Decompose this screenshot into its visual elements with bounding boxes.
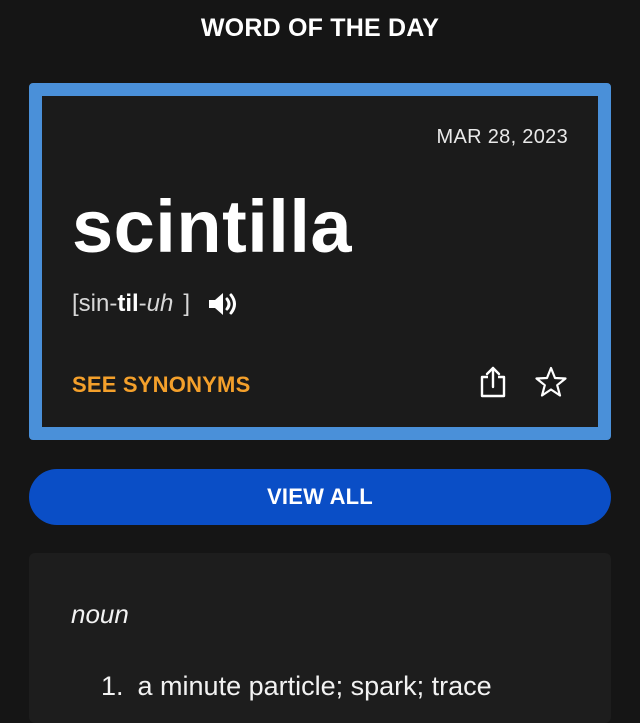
part-of-speech: noun xyxy=(71,599,129,629)
speaker-icon[interactable] xyxy=(204,288,242,320)
definition-item: 1. a minute particle; spark; trace xyxy=(101,671,492,702)
word-of-the-day-card: MAR 28, 2023 scintilla [ sin-til - uh] SEE… xyxy=(29,83,611,440)
definition-panel: noun 1. a minute particle; spark; trace xyxy=(29,553,611,723)
pronunciation-close-bracket: ] xyxy=(183,290,191,317)
see-synonyms-link[interactable]: SEE SYNONYMS xyxy=(72,372,250,398)
pronunciation-syllable-1: sin- xyxy=(78,290,118,317)
date-label: MAR 28, 2023 xyxy=(436,126,568,148)
pronunciation-hyphen: - xyxy=(138,290,147,317)
share-icon[interactable] xyxy=(476,364,510,400)
pronunciation-syllable-3: uh xyxy=(146,290,174,317)
page-title: WORD OF THE DAY xyxy=(200,14,440,42)
card-actions xyxy=(476,364,568,400)
pronunciation-stressed-syllable: til xyxy=(117,290,139,317)
star-icon[interactable] xyxy=(534,364,568,400)
definition-number: 1. xyxy=(101,671,124,701)
view-all-button[interactable]: VIEW ALL xyxy=(29,469,611,525)
pronunciation: [ sin-til - uh] xyxy=(72,288,242,320)
word-title: scintilla xyxy=(72,185,353,268)
pronunciation-open-bracket: [ xyxy=(72,290,79,317)
definition-text: a minute particle; spark; trace xyxy=(137,671,492,701)
